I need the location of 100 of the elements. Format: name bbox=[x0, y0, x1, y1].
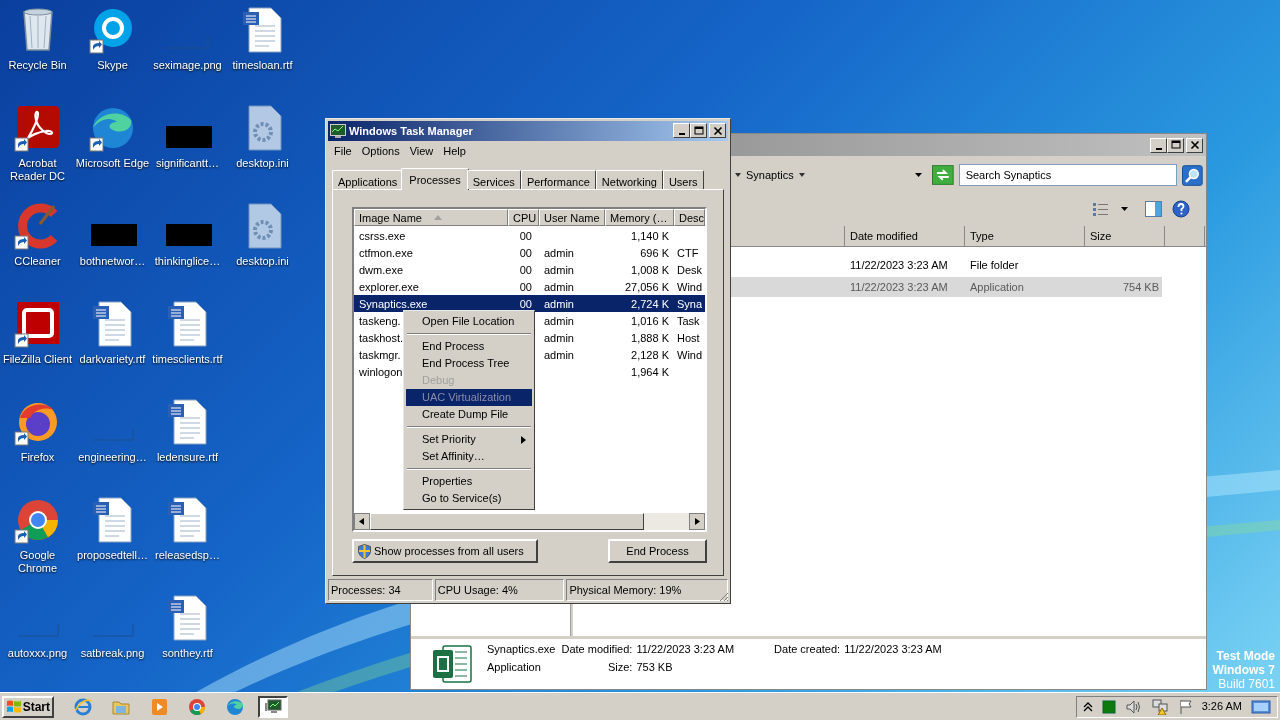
type-cell-text: File folder bbox=[969, 257, 1020, 273]
clock[interactable]: 3:26 AM bbox=[1201, 698, 1242, 715]
table-cell: 00 bbox=[519, 297, 532, 310]
edition-text: Test Mode bbox=[1216, 649, 1275, 663]
table-cell: Task bbox=[677, 314, 700, 327]
file-row[interactable]: 11/22/2023 3:23 AM Application 754 KB bbox=[731, 277, 1162, 297]
date-cell-text: 11/22/2023 3:23 AM bbox=[849, 279, 949, 295]
tab[interactable]: Services bbox=[466, 170, 521, 190]
menu-item[interactable]: Help bbox=[439, 143, 470, 160]
table-cell: admin bbox=[544, 331, 574, 344]
table-cell: explorer.exe bbox=[359, 280, 419, 293]
column-header[interactable]: User Name bbox=[539, 209, 605, 227]
breadcrumb-item[interactable]: Synaptics bbox=[746, 166, 794, 184]
show-all-users-button[interactable]: Show processes from all users bbox=[352, 539, 538, 564]
desktop-icon-label[interactable]: Recycle Bin bbox=[0, 59, 75, 72]
menu-item[interactable]: Set Priority bbox=[406, 431, 532, 448]
menu-item[interactable]: Open File Location bbox=[406, 313, 532, 330]
desktop-icon-label[interactable]: significantt… bbox=[150, 157, 225, 170]
table-cell: csrss.exe bbox=[359, 229, 406, 242]
table-cell: taskhost. bbox=[359, 331, 404, 344]
desktop-icon-label[interactable]: proposedtell… bbox=[75, 549, 150, 562]
table-cell: 2,724 K bbox=[631, 297, 669, 310]
file-row[interactable]: 11/22/2023 3:23 AM File folder bbox=[731, 255, 1162, 275]
table-cell: ctfmon.exe bbox=[359, 246, 413, 259]
desktop-icon-label[interactable]: desktop.ini bbox=[225, 157, 300, 170]
tab[interactable]: Processes bbox=[401, 168, 469, 191]
size-cell: 754 KB bbox=[1122, 280, 1159, 293]
desktop-icon-label[interactable]: Google Chrome bbox=[0, 549, 75, 575]
menu-item[interactable]: End Process bbox=[406, 338, 532, 355]
desktop-icon-label[interactable]: CCleaner bbox=[0, 255, 75, 268]
column-header[interactable]: Date modified bbox=[845, 226, 965, 246]
field-value: 11/22/2023 3:23 AM bbox=[844, 643, 942, 656]
desktop-icon-label[interactable]: Skype bbox=[75, 59, 150, 72]
table-cell: Host bbox=[677, 331, 700, 344]
search-field[interactable]: Search Synaptics bbox=[958, 164, 1178, 186]
desktop-icon-label[interactable]: desktop.ini bbox=[225, 255, 300, 268]
status-text: Processes: 34 bbox=[328, 579, 433, 601]
desktop-icon-label[interactable]: timesclients.rtf bbox=[150, 353, 225, 366]
end-process-button[interactable]: End Process bbox=[608, 539, 707, 564]
window-title: Windows Task Manager bbox=[349, 123, 474, 139]
start-button[interactable]: Start bbox=[2, 695, 54, 718]
menu-item[interactable]: File bbox=[330, 143, 356, 160]
column-header[interactable]: Desc bbox=[674, 209, 705, 227]
file-name: Synaptics.exe bbox=[487, 643, 557, 656]
type-cell-text: Application bbox=[969, 279, 1025, 295]
table-cell: 00 bbox=[519, 246, 532, 259]
desktop-icon-label[interactable]: engineering… bbox=[75, 451, 150, 464]
table-cell: admin bbox=[544, 297, 574, 310]
edition-text: Build 7601 bbox=[1218, 677, 1275, 691]
table-cell: admin bbox=[544, 246, 574, 259]
desktop-icon-label[interactable]: autoxxx.png bbox=[0, 647, 75, 660]
table-cell: 1,964 K bbox=[631, 365, 669, 378]
field-label: Date created: bbox=[774, 643, 841, 656]
column-header[interactable]: CPU bbox=[508, 209, 539, 227]
table-cell: taskeng. bbox=[359, 314, 401, 327]
table-cell: 2,128 K bbox=[631, 348, 669, 361]
desktop-icon-label[interactable]: Firefox bbox=[0, 451, 75, 464]
table-cell: 1,008 K bbox=[631, 263, 669, 276]
menu-item[interactable]: Set Affinity… bbox=[406, 448, 532, 465]
tab[interactable]: Users bbox=[662, 170, 704, 190]
desktop-icon-label[interactable]: FileZilla Client bbox=[0, 353, 75, 366]
desktop-icon-label[interactable]: seximage.png bbox=[150, 59, 225, 72]
desktop-icon-label[interactable]: releasedsp… bbox=[150, 549, 225, 562]
desktop-icon-label[interactable]: bothnetwor… bbox=[75, 255, 150, 268]
desktop-icon-label[interactable]: Microsoft Edge bbox=[75, 157, 150, 170]
menu-item[interactable]: Options bbox=[357, 143, 404, 160]
table-cell: Wind bbox=[677, 280, 703, 293]
desktop-icon-label[interactable]: sonthey.rtf bbox=[150, 647, 225, 660]
tab[interactable]: Networking bbox=[595, 170, 663, 190]
desktop-icon-label[interactable]: timesloan.rtf bbox=[225, 59, 300, 72]
desktop-icon-label[interactable]: thinkinglice… bbox=[150, 255, 225, 268]
tab[interactable]: Performance bbox=[520, 170, 596, 190]
menu-item[interactable]: Go to Service(s) bbox=[406, 490, 532, 507]
column-header[interactable]: Type bbox=[965, 226, 1085, 246]
menu-item[interactable]: Properties bbox=[406, 473, 532, 490]
tab[interactable]: Applications bbox=[332, 170, 404, 190]
column-header[interactable]: Memory (… bbox=[605, 209, 674, 227]
table-cell: 1,888 K bbox=[631, 331, 669, 344]
table-cell: CTF bbox=[677, 246, 699, 259]
column-header[interactable]: Size bbox=[1085, 226, 1165, 246]
table-cell: admin bbox=[544, 280, 574, 293]
desktop-icon-label[interactable]: ledensure.rtf bbox=[150, 451, 225, 464]
table-cell: Desk bbox=[677, 263, 703, 276]
process-row[interactable]: Synaptics.exe 00 admin 2,724 K Syna bbox=[354, 295, 705, 313]
table-cell: Wind bbox=[677, 348, 703, 361]
table-cell: 1,016 K bbox=[631, 314, 669, 327]
table-cell: admin bbox=[544, 314, 574, 327]
desktop-icon-label[interactable]: darkvariety.rtf bbox=[75, 353, 150, 366]
menu-item[interactable]: Create Dump File bbox=[406, 406, 532, 423]
menu-item[interactable]: View bbox=[405, 143, 438, 160]
desktop-icon-label[interactable]: Acrobat Reader DC bbox=[0, 157, 75, 183]
table-cell: 696 K bbox=[640, 246, 669, 259]
table-cell: admin bbox=[544, 263, 574, 276]
field-label: Size: bbox=[606, 661, 633, 674]
desktop-icon-label[interactable]: satbreak.png bbox=[75, 647, 150, 660]
column-header[interactable]: Image Name bbox=[354, 209, 508, 227]
menu-item[interactable]: End Process Tree bbox=[406, 355, 532, 372]
field-label: Date modified: bbox=[561, 643, 633, 656]
table-cell: 00 bbox=[519, 280, 532, 293]
field-value: 753 KB bbox=[636, 661, 674, 674]
